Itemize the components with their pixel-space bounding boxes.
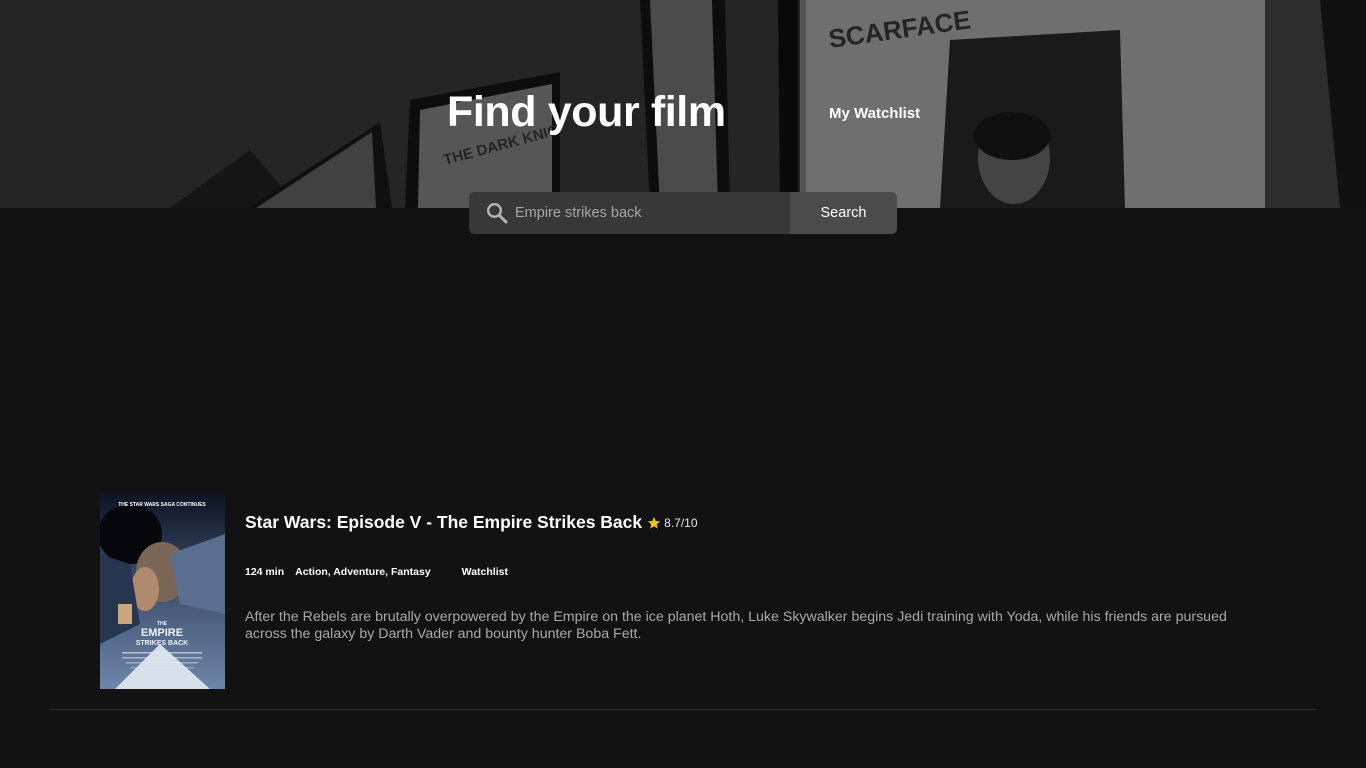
page-title: Find your film [447, 88, 726, 136]
movie-poster[interactable]: THE STAR WARS SAGA CONTINUES THE EMPIRE … [100, 494, 225, 689]
poster-logo-line3: STRIKES BACK [136, 640, 189, 647]
search-bar: Search [469, 192, 897, 234]
film-title-row: Star Wars: Episode V - The Empire Strike… [245, 512, 698, 533]
search-button[interactable]: Search [790, 192, 897, 234]
poster-tagline: THE STAR WARS SAGA CONTINUES [118, 502, 206, 508]
search-icon [486, 202, 508, 224]
star-icon [648, 516, 661, 529]
search-field[interactable] [469, 192, 790, 234]
search-result-item: THE STAR WARS SAGA CONTINUES THE EMPIRE … [50, 474, 1316, 710]
poster-logo-line2: EMPIRE [141, 627, 183, 639]
movie-poster-image: THE STAR WARS SAGA CONTINUES THE EMPIRE … [100, 494, 225, 689]
watchlist-label: Watchlist [461, 566, 508, 578]
film-overview: After the Rebels are brutally overpowere… [245, 609, 1227, 642]
runtime: 124 min [245, 566, 285, 578]
my-watchlist-link[interactable]: My Watchlist [829, 105, 920, 122]
hero-banner: SCARFACE THE DARK KNIGHT Find your film … [0, 0, 1366, 208]
rating: 8.7/10 [664, 515, 698, 530]
film-meta: 124 min Action, Adventure, Fantasy Watch… [245, 566, 508, 578]
film-title[interactable]: Star Wars: Episode V - The Empire Strike… [245, 512, 642, 533]
genres: Action, Adventure, Fantasy [295, 566, 431, 578]
add-to-watchlist-button[interactable]: Watchlist [462, 566, 508, 578]
search-input[interactable] [515, 198, 785, 228]
